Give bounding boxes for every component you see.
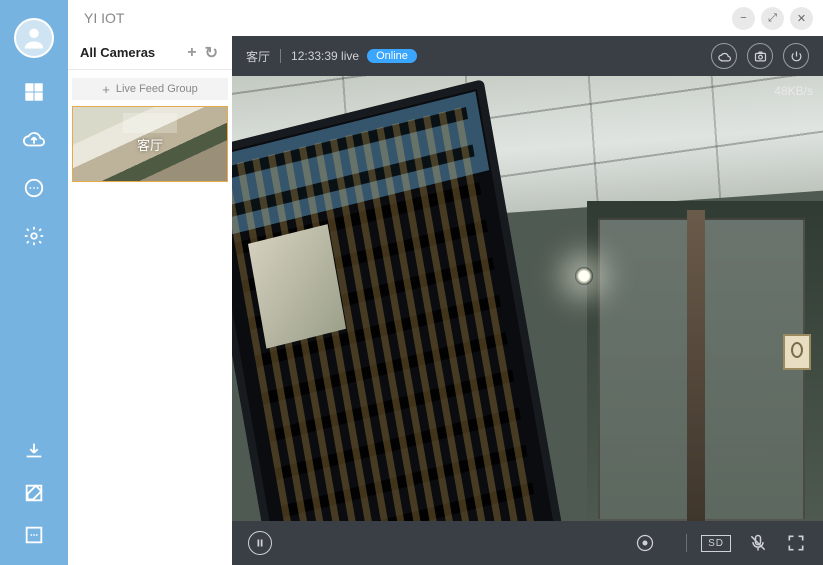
more-icon[interactable] bbox=[22, 523, 46, 547]
camera-thumbnail-label: 客厅 bbox=[137, 135, 163, 154]
add-camera-button[interactable]: + bbox=[183, 44, 200, 62]
minus-icon: − bbox=[740, 12, 746, 24]
camera-thumbnail[interactable]: 客厅 bbox=[72, 106, 228, 182]
camera-list-title: All Cameras bbox=[80, 45, 155, 60]
download-icon[interactable] bbox=[22, 439, 46, 463]
maximize-button[interactable]: ⤢ bbox=[761, 7, 784, 30]
video-player: 客厅 12:33:39 live Online bbox=[232, 36, 823, 565]
record-button[interactable] bbox=[632, 530, 658, 556]
add-group-button[interactable]: + Live Feed Group bbox=[72, 78, 228, 100]
status-badge: Online bbox=[367, 49, 417, 63]
power-button[interactable] bbox=[783, 43, 809, 69]
divider bbox=[280, 49, 281, 63]
grid-icon[interactable] bbox=[22, 80, 46, 104]
plus-icon: + bbox=[102, 82, 110, 97]
video-controls-bar: SD bbox=[232, 521, 823, 565]
user-icon bbox=[20, 24, 48, 52]
camera-list-header: All Cameras + ↻ bbox=[68, 36, 232, 70]
pause-button[interactable] bbox=[248, 531, 272, 555]
power-icon bbox=[789, 49, 804, 64]
cloud-upload-icon[interactable] bbox=[22, 128, 46, 152]
refresh-button[interactable]: ↻ bbox=[201, 43, 222, 63]
app-title: YI IOT bbox=[68, 10, 726, 26]
snapshot-button[interactable] bbox=[747, 43, 773, 69]
nav-bottom-group bbox=[22, 439, 46, 547]
video-canvas[interactable]: 48KB/s bbox=[232, 76, 823, 521]
close-button[interactable]: ✕ bbox=[790, 7, 813, 30]
content-row: All Cameras + ↻ + Live Feed Group 客厅 客厅 bbox=[68, 36, 823, 565]
close-icon: ✕ bbox=[797, 12, 806, 25]
title-bar: YI IOT − ⤢ ✕ bbox=[68, 0, 823, 36]
bitrate-label: 48KB/s bbox=[774, 84, 813, 98]
minimize-button[interactable]: − bbox=[732, 7, 755, 30]
fullscreen-icon bbox=[786, 533, 806, 553]
video-time-label: 12:33:39 live bbox=[291, 49, 359, 63]
cloud-icon bbox=[717, 49, 732, 64]
avatar[interactable] bbox=[14, 18, 54, 58]
quality-label: SD bbox=[708, 538, 724, 549]
chat-icon[interactable] bbox=[22, 176, 46, 200]
record-icon bbox=[635, 533, 655, 553]
video-frame-illustration bbox=[232, 76, 823, 521]
pause-icon bbox=[254, 537, 266, 549]
group-button-label: Live Feed Group bbox=[116, 83, 198, 95]
cloud-button[interactable] bbox=[711, 43, 737, 69]
video-camera-name: 客厅 bbox=[246, 48, 270, 65]
settings-icon[interactable] bbox=[22, 224, 46, 248]
expand-icon: ⤢ bbox=[768, 12, 777, 25]
quality-button[interactable]: SD bbox=[701, 535, 731, 552]
mute-button[interactable] bbox=[747, 532, 769, 554]
edit-icon[interactable] bbox=[22, 481, 46, 505]
mic-muted-icon bbox=[748, 533, 768, 553]
video-header-bar: 客厅 12:33:39 live Online bbox=[232, 36, 823, 76]
app-window: YI IOT − ⤢ ✕ All Cameras + ↻ + Live Feed… bbox=[0, 0, 823, 565]
fullscreen-button[interactable] bbox=[785, 532, 807, 554]
nav-sidebar bbox=[0, 0, 68, 565]
camera-icon bbox=[753, 49, 768, 64]
camera-list-panel: All Cameras + ↻ + Live Feed Group 客厅 bbox=[68, 36, 232, 565]
nav-top-group bbox=[22, 80, 46, 248]
main-area: YI IOT − ⤢ ✕ All Cameras + ↻ + Live Feed… bbox=[68, 0, 823, 565]
divider bbox=[686, 534, 687, 552]
